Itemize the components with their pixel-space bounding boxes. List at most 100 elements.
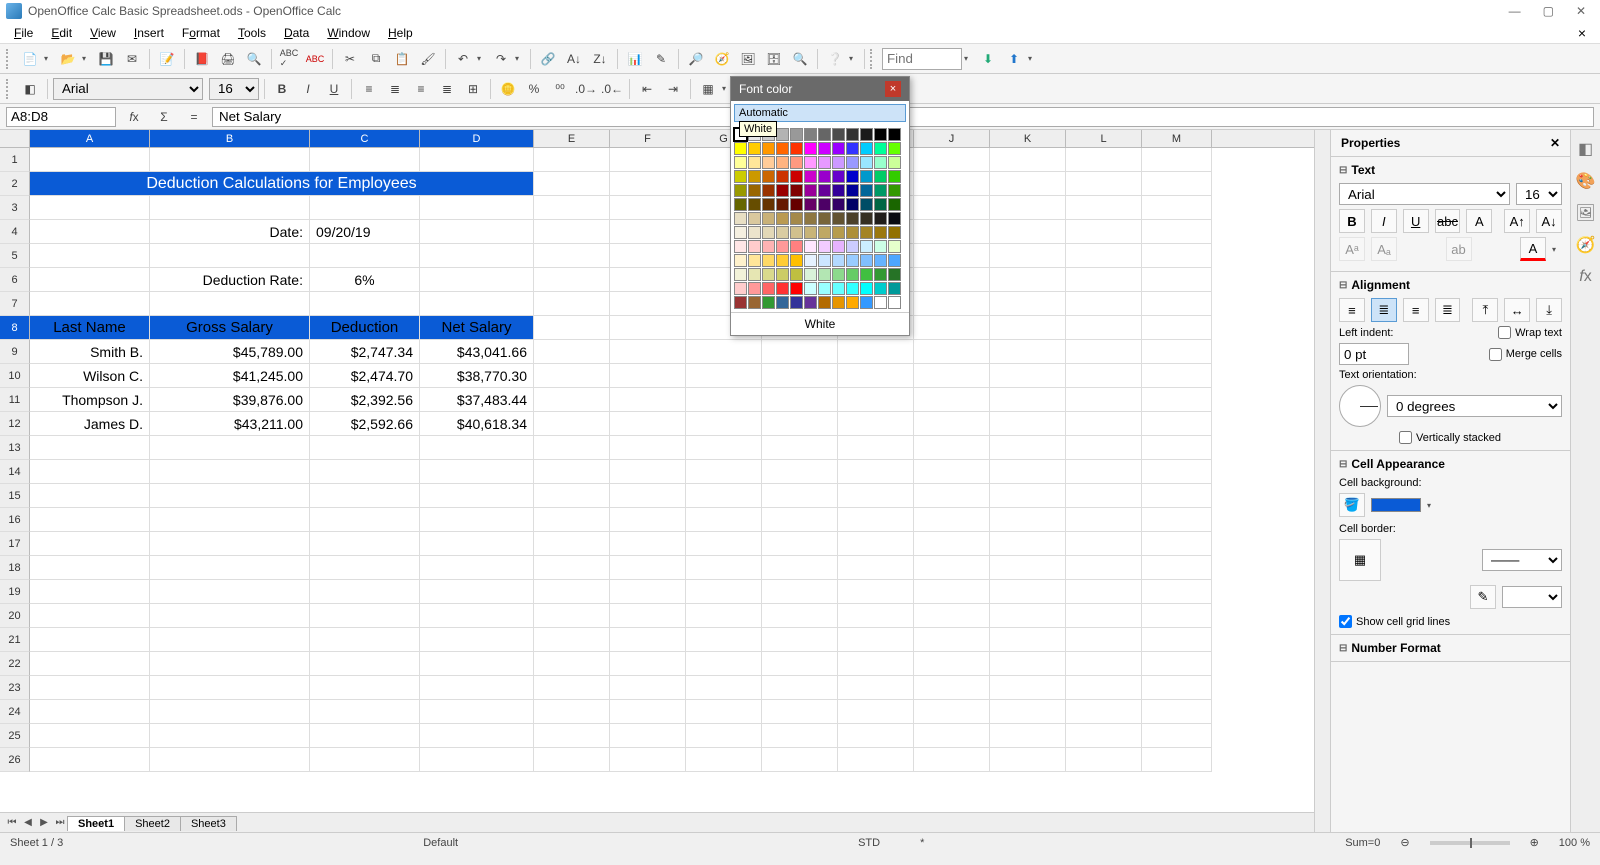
menu-format[interactable]: Format [174,24,228,42]
cell[interactable] [30,244,150,268]
cell[interactable] [310,484,420,508]
sidebar-tab-gallery[interactable]: 🖼 [1575,202,1597,224]
menu-window[interactable]: Window [319,24,378,42]
color-swatch[interactable] [888,198,901,211]
prop-bold-button[interactable]: B [1339,209,1365,233]
row-header-20[interactable]: 20 [0,604,30,628]
color-swatch[interactable] [748,240,761,253]
color-swatch[interactable] [832,128,845,141]
cell[interactable] [420,556,534,580]
cell[interactable] [914,172,990,196]
color-swatch[interactable] [804,170,817,183]
cell[interactable] [30,292,150,316]
increase-indent-button[interactable]: ⇥ [661,77,685,101]
cell[interactable] [150,508,310,532]
borders-button[interactable]: ▦ [696,77,720,101]
cell[interactable] [1066,364,1142,388]
prop-italic-button[interactable]: I [1371,209,1397,233]
cell[interactable] [990,340,1066,364]
column-header-E[interactable]: E [534,130,610,147]
section-number-format-title[interactable]: Number Format [1339,641,1562,655]
find-dropdown[interactable]: ▾ [964,54,974,63]
cell[interactable] [420,628,534,652]
border-color-select[interactable] [1502,586,1562,608]
menu-tools[interactable]: Tools [230,24,274,42]
color-swatch[interactable] [832,212,845,225]
merge-cells-button[interactable]: ⊞ [461,77,485,101]
cell[interactable] [686,460,762,484]
cell[interactable] [610,508,686,532]
cell[interactable] [420,292,534,316]
cell[interactable] [310,628,420,652]
cell[interactable] [420,244,534,268]
rotation-degrees-select[interactable]: 0 degrees [1387,395,1562,417]
color-swatch[interactable] [860,128,873,141]
color-swatch[interactable] [832,142,845,155]
column-header-F[interactable]: F [610,130,686,147]
cell[interactable] [150,676,310,700]
cell[interactable] [534,220,610,244]
cell[interactable] [610,628,686,652]
color-swatch[interactable] [860,268,873,281]
menu-view[interactable]: View [82,24,124,42]
color-swatch[interactable] [888,156,901,169]
cell[interactable] [686,748,762,772]
cell[interactable] [420,748,534,772]
cell[interactable] [150,436,310,460]
cell-bg-dropdown[interactable]: ▾ [1427,501,1437,510]
cell[interactable] [762,748,838,772]
new-doc-button[interactable]: 📄 [18,47,42,71]
cell[interactable] [1142,556,1212,580]
color-swatch[interactable] [846,282,859,295]
row-header-5[interactable]: 5 [0,244,30,268]
color-swatch[interactable] [860,156,873,169]
cell[interactable] [1066,316,1142,340]
cell[interactable] [30,436,150,460]
align-center-button[interactable]: ≣ [383,77,407,101]
cell-bg-button[interactable]: 🪣 [1339,493,1365,517]
cell[interactable] [534,604,610,628]
wrap-text-checkbox[interactable]: Wrap text [1498,326,1562,339]
align-right-button[interactable]: ≡ [409,77,433,101]
color-swatch[interactable] [804,268,817,281]
color-swatch[interactable] [790,296,803,309]
add-decimal-button[interactable]: .0→ [574,77,598,101]
cell[interactable] [914,364,990,388]
cell[interactable] [30,652,150,676]
color-swatch[interactable] [804,212,817,225]
find-overflow[interactable]: ▾ [1028,54,1038,63]
maximize-button[interactable]: ▢ [1543,4,1554,18]
color-swatch[interactable] [748,128,761,141]
open-button[interactable]: 📂 [56,47,80,71]
cell[interactable] [686,556,762,580]
cell[interactable] [1142,172,1212,196]
cell[interactable] [610,244,686,268]
cell[interactable] [1066,268,1142,292]
color-swatch[interactable] [804,184,817,197]
color-swatch[interactable] [734,198,747,211]
cell[interactable] [610,436,686,460]
menu-insert[interactable]: Insert [126,24,172,42]
color-swatch[interactable] [888,142,901,155]
cell[interactable] [1066,580,1142,604]
sort-desc-button[interactable]: Z↓ [588,47,612,71]
automatic-color-button[interactable]: Automatic [734,104,906,122]
cell[interactable] [914,220,990,244]
section-cell-appearance-title[interactable]: Cell Appearance [1339,457,1562,471]
cell[interactable] [838,604,914,628]
cell[interactable] [30,556,150,580]
menu-help[interactable]: Help [380,24,421,42]
color-swatch[interactable] [818,282,831,295]
color-swatch[interactable] [804,282,817,295]
prop-align-center[interactable]: ≣ [1371,298,1397,322]
cell[interactable] [534,748,610,772]
color-swatch[interactable] [860,282,873,295]
color-swatch[interactable] [888,212,901,225]
color-swatch[interactable] [888,170,901,183]
color-swatch[interactable] [818,142,831,155]
cell[interactable] [30,268,150,292]
cell[interactable] [310,604,420,628]
cell[interactable] [420,196,534,220]
color-swatch[interactable] [748,184,761,197]
column-header-L[interactable]: L [1066,130,1142,147]
